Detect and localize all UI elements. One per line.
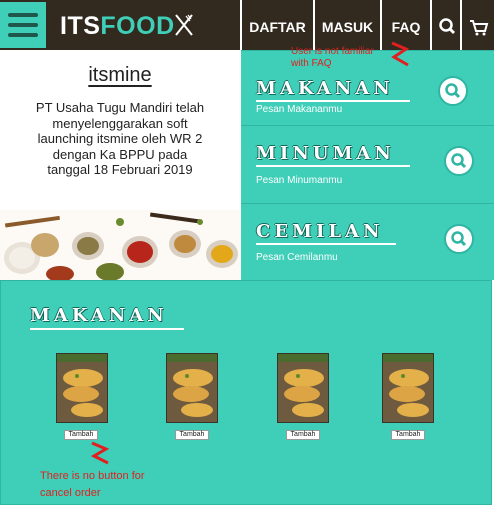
logo-food: FOOD	[100, 12, 175, 40]
category-underline	[256, 243, 396, 245]
category-search-button-makanan[interactable]	[438, 76, 468, 106]
tambah-button[interactable]: Tambah	[64, 430, 98, 440]
category-search-button-cemilan[interactable]	[444, 224, 474, 254]
category-search-button-minuman[interactable]	[444, 146, 474, 176]
category-subtitle-minuman: Pesan Minumanmu	[256, 175, 343, 186]
nav-masuk[interactable]: MASUK	[313, 0, 380, 50]
category-title-makanan: MAKANAN	[256, 78, 394, 99]
category-title-cemilan: CEMILAN	[256, 221, 384, 242]
menu-button[interactable]	[0, 2, 46, 48]
food-item-image[interactable]	[56, 353, 108, 423]
food-image	[167, 354, 217, 422]
fork-knife-icon	[175, 14, 193, 36]
search-icon	[451, 231, 467, 247]
spices-image	[0, 210, 240, 280]
category-title-minuman: MINUMAN	[256, 143, 395, 164]
faq-annotation: User is not familiar with FAQ	[291, 46, 374, 69]
food-image	[278, 354, 328, 422]
food-image	[383, 354, 433, 422]
tambah-button[interactable]: Tambah	[286, 430, 320, 440]
logo-its: ITS	[60, 12, 101, 40]
food-item-image[interactable]	[382, 353, 434, 423]
category-underline	[256, 100, 410, 102]
category-underline	[256, 165, 410, 167]
annotation-squiggle	[90, 441, 110, 465]
search-icon	[445, 83, 461, 99]
section-title: MAKANAN	[30, 305, 168, 326]
header-search-button[interactable]	[430, 0, 460, 50]
category-subtitle-makanan: Pesan Makananmu	[256, 104, 343, 115]
app-logo[interactable]: ITSFOOD	[60, 11, 175, 41]
info-description: PT Usaha Tugu Mandiri telah menyelenggar…	[35, 100, 205, 177]
brand-title: itsmine	[88, 64, 152, 86]
cart-icon	[470, 20, 489, 36]
category-subtitle-cemilan: Pesan Cemilanmu	[256, 252, 338, 263]
section-underline	[30, 328, 184, 330]
cancel-annotation: There is no button for cancel order	[40, 470, 145, 499]
food-item-image[interactable]	[277, 353, 329, 423]
search-icon	[439, 18, 456, 35]
menu-icon	[8, 13, 38, 17]
menu-icon-bar	[8, 33, 38, 37]
nav-daftar[interactable]: DAFTAR	[240, 0, 313, 50]
menu-icon-bar	[8, 23, 38, 27]
food-item-image[interactable]	[166, 353, 218, 423]
tambah-button[interactable]: Tambah	[391, 430, 425, 440]
food-image	[57, 354, 107, 422]
annotation-squiggle	[391, 41, 410, 67]
search-icon	[451, 153, 467, 169]
tambah-button[interactable]: Tambah	[175, 430, 209, 440]
cart-button[interactable]	[460, 0, 494, 50]
